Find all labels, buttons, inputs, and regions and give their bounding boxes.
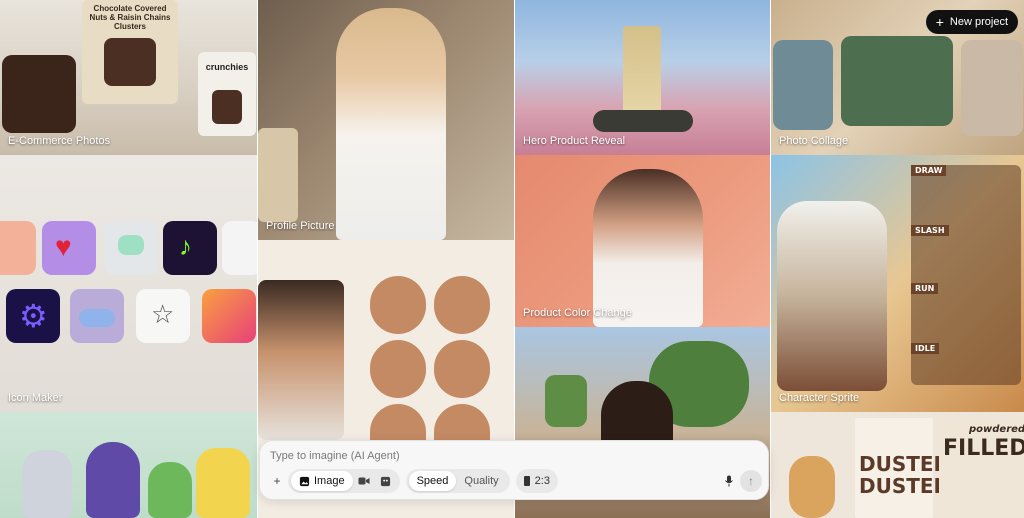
add-attachment-button[interactable]: +: [266, 470, 288, 492]
prompt-input[interactable]: Type to imagine (AI Agent): [270, 450, 400, 462]
collage-photo-2: [841, 36, 953, 126]
woman-lipstick-image: [593, 169, 703, 327]
plus-icon: +: [935, 14, 944, 30]
arrow-up-icon: ↑: [748, 474, 754, 488]
heart-app-icon: ♥: [42, 221, 96, 275]
plant-pot-image: [545, 375, 587, 427]
emoji-face-6: [434, 404, 490, 444]
poster-right-text: FILLED: [943, 436, 1024, 461]
crunchies-bag-image: crunchies: [198, 52, 256, 136]
crunchies-text: crunchies: [205, 62, 249, 72]
camera-app-icon: [0, 221, 36, 275]
tile-product-color-change[interactable]: Product Color Change: [515, 155, 770, 327]
image-mode-label: Image: [314, 475, 345, 487]
tile-label: Character Sprite: [779, 392, 860, 404]
chocolate-stack-image: [2, 55, 76, 133]
plus-icon: +: [273, 474, 281, 488]
chat-icon: [380, 476, 391, 486]
tile-icon-maker[interactable]: ♥ ♪ ⚙ ☆ Icon Maker: [0, 155, 257, 412]
chat-app-icon: [104, 221, 158, 275]
tile-profile-picture[interactable]: Profile Picture: [258, 0, 514, 240]
folder-app-icon: [202, 289, 256, 343]
collage-photo-1: [773, 40, 833, 130]
product-bag-text: Chocolate Covered Nuts & Raisin Chains C…: [89, 4, 171, 31]
wizard-cat-character: [86, 442, 140, 518]
smiling-woman-photo: [258, 280, 344, 440]
emoji-face-2: [434, 276, 490, 334]
gear-app-icon: ⚙: [6, 289, 60, 343]
video-icon: [358, 477, 370, 485]
tile-characters[interactable]: [0, 412, 257, 518]
tile-hero-product-reveal[interactable]: Hero Product Reveal: [515, 0, 770, 155]
submit-button[interactable]: ↑: [740, 470, 762, 492]
new-project-label: New project: [949, 16, 1008, 28]
warrior-character-image: [777, 201, 887, 391]
donut-stack-image: [789, 456, 835, 518]
tile-character-sprite[interactable]: DRAW SLASH RUN IDLE Character Sprite: [771, 155, 1024, 412]
speed-quality-toggle: Speed Quality: [405, 469, 510, 493]
poster-left-text-2: DUSTED: [859, 474, 951, 498]
image-mode-button[interactable]: Image: [291, 471, 353, 491]
tile-label: Profile Picture: [266, 220, 335, 232]
collage-photo-3: [961, 40, 1023, 136]
tile-label: Product Color Change: [523, 307, 632, 319]
media-type-toggle: Image: [288, 469, 400, 493]
star-app-icon: ☆: [136, 289, 190, 343]
sprite-row-slash: SLASH: [911, 225, 949, 236]
emoji-face-4: [434, 340, 490, 398]
woman-portrait-image: [336, 8, 446, 240]
music-app-icon: ♪: [163, 221, 217, 275]
video-mode-button[interactable]: [353, 470, 375, 492]
prompt-bar: Type to imagine (AI Agent) + Image Speed…: [259, 440, 769, 500]
aspect-ratio-icon: [523, 476, 530, 486]
cloud-app-icon: [70, 289, 124, 343]
image-icon: [299, 476, 310, 486]
poster-left-text: DUSTED: [859, 452, 951, 476]
goblin-character: [148, 462, 192, 518]
speed-option[interactable]: Speed: [408, 471, 457, 491]
product-bag-image: Chocolate Covered Nuts & Raisin Chains C…: [82, 0, 178, 104]
mic-icon: [725, 475, 733, 487]
quality-option[interactable]: Quality: [456, 471, 506, 491]
tile-label: Icon Maker: [8, 392, 63, 404]
sprite-row-draw: DRAW: [911, 165, 947, 176]
emoji-face-1: [370, 276, 426, 334]
tile-ecommerce-photos[interactable]: Chocolate Covered Nuts & Raisin Chains C…: [0, 0, 257, 155]
emoji-face-3: [370, 340, 426, 398]
aspect-ratio-button[interactable]: 2:3: [515, 469, 558, 493]
chat-mode-button[interactable]: [375, 470, 397, 492]
princess-star-character: [196, 448, 250, 518]
aspect-ratio-label: 2:3: [534, 475, 550, 487]
small-portrait-image: [258, 128, 298, 222]
tile-label: E-Commerce Photos: [8, 135, 111, 147]
emoji-face-5: [370, 404, 426, 444]
new-project-button[interactable]: + New project: [925, 10, 1018, 34]
tile-donut-poster[interactable]: DUSTED DUSTED powdered FILLED: [771, 412, 1024, 518]
knight-bunny-character: [22, 450, 72, 518]
sprite-row-idle: IDLE: [911, 343, 940, 354]
sprite-row-run: RUN: [911, 283, 939, 294]
rock-image: [593, 110, 693, 132]
mic-button[interactable]: [718, 470, 740, 492]
perfume-bottle-image: [623, 26, 661, 118]
rocket-app-icon: [222, 221, 257, 275]
poster-right-top-text: powdered: [969, 424, 1024, 435]
tile-label: Hero Product Reveal: [523, 135, 626, 147]
tile-label: Photo Collage: [779, 135, 849, 147]
